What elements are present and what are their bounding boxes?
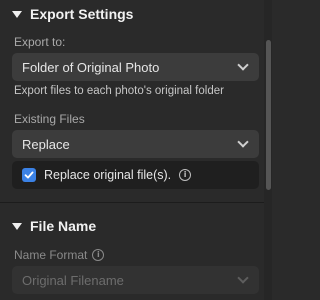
name-format-label-row: Name Format i xyxy=(14,248,105,262)
scrollbar-thumb[interactable] xyxy=(266,40,271,190)
scrollbar[interactable] xyxy=(264,0,272,300)
export-to-value: Folder of Original Photo xyxy=(22,59,160,75)
caret-down-icon[interactable] xyxy=(12,10,22,18)
section-title: Export Settings xyxy=(30,6,134,22)
name-format-label: Name Format xyxy=(14,248,88,262)
existing-files-value: Replace xyxy=(22,136,70,152)
export-panel: Export Settings Export to: Folder of Ori… xyxy=(0,0,264,300)
export-to-label: Export to: xyxy=(14,35,66,49)
checkmark-icon xyxy=(24,171,34,179)
name-format-dropdown[interactable]: Original Filename xyxy=(12,266,259,294)
export-to-dropdown[interactable]: Folder of Original Photo xyxy=(12,53,259,81)
info-icon[interactable]: i xyxy=(92,249,105,261)
section-divider xyxy=(0,202,264,203)
name-format-value: Original Filename xyxy=(22,272,124,288)
chevron-down-icon xyxy=(237,59,249,71)
info-icon[interactable]: i xyxy=(179,169,192,181)
replace-original-row: Replace original file(s). i xyxy=(12,161,259,189)
caret-down-icon[interactable] xyxy=(12,222,22,230)
file-name-header[interactable]: File Name xyxy=(12,216,96,236)
existing-files-label: Existing Files xyxy=(14,112,85,126)
chevron-down-icon xyxy=(237,272,249,284)
chevron-down-icon xyxy=(237,136,249,148)
export-settings-header[interactable]: Export Settings xyxy=(12,4,133,24)
export-to-help: Export files to each photo's original fo… xyxy=(14,85,224,97)
existing-files-dropdown[interactable]: Replace xyxy=(12,130,259,158)
replace-original-label: Replace original file(s). xyxy=(44,168,172,182)
replace-original-checkbox[interactable] xyxy=(22,168,36,182)
section-title: File Name xyxy=(30,218,97,234)
